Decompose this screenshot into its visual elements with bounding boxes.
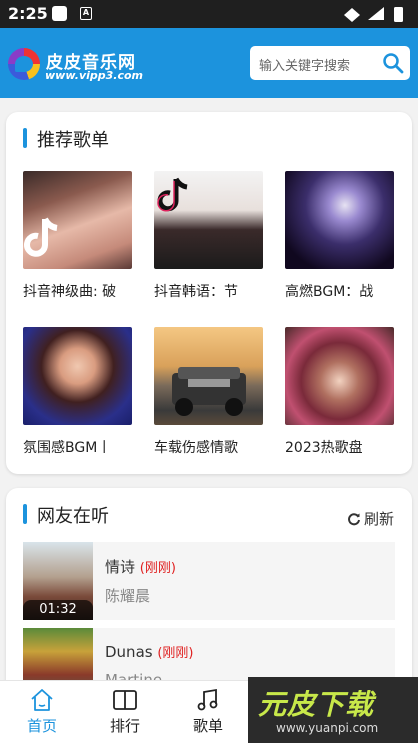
watermark-logo: 元皮下载 www.yuanpi.com: [248, 677, 418, 743]
nav-playlists[interactable]: 歌单: [178, 687, 238, 736]
song-artist[interactable]: 陈耀晨: [105, 585, 150, 606]
song-time-tag: (刚刚): [139, 561, 176, 576]
refresh-label[interactable]: 刷新: [364, 510, 394, 528]
song-title[interactable]: 情诗 (刚刚): [105, 556, 176, 577]
playlist-tile[interactable]: 2023热歌盘: [285, 327, 394, 457]
playlist-name[interactable]: 车载伤感情歌: [154, 437, 263, 457]
refresh-icon: [348, 513, 360, 526]
search-box[interactable]: 输入关键字搜索: [250, 46, 410, 80]
music-note-icon: [197, 688, 218, 711]
recommended-title: 推荐歌单: [37, 130, 109, 151]
status-bar: 2:25 A: [0, 0, 418, 28]
notification-square-icon: [52, 6, 67, 21]
playlist-name[interactable]: 抖音神级曲: 破: [23, 281, 132, 301]
playlist-cover[interactable]: [154, 171, 263, 269]
playlist-tile[interactable]: 氛围感BGM丨: [23, 327, 132, 457]
listening-title: 网友在听: [37, 506, 109, 527]
logo-subtitle: www.vipp3.com: [45, 69, 144, 82]
song-row[interactable]: 01:32 情诗 (刚刚) 陈耀晨: [23, 542, 395, 620]
nav-playlists-label[interactable]: 歌单: [178, 715, 238, 736]
song-thumbnail[interactable]: 01:32: [23, 542, 93, 620]
recommended-section: 推荐歌单 抖音神级曲: 破 抖音韩语：节 高燃BGM：战 氛围感BGM丨 车载伤…: [6, 112, 412, 474]
playlist-cover[interactable]: [154, 327, 263, 425]
playlist-name[interactable]: 2023热歌盘: [285, 437, 394, 457]
home-icon: [31, 689, 53, 711]
section-accent-bar: [23, 504, 27, 524]
section-accent-bar: [23, 128, 27, 148]
nav-home-label[interactable]: 首页: [12, 715, 72, 736]
nav-ranking-label[interactable]: 排行: [95, 715, 155, 736]
playlist-tile[interactable]: 抖音韩语：节: [154, 171, 263, 301]
watermark-url: www.yuanpi.com: [276, 721, 379, 735]
playlist-cover[interactable]: [23, 327, 132, 425]
logo-icon: [8, 48, 40, 80]
status-time: 2:25: [8, 4, 48, 23]
nav-ranking[interactable]: 排行: [95, 687, 155, 736]
playlist-name[interactable]: 抖音韩语：节: [154, 281, 263, 301]
app-header: 皮皮音乐网 www.vipp3.com 输入关键字搜索: [0, 28, 418, 98]
refresh-button[interactable]: 刷新: [347, 508, 394, 529]
book-icon: [113, 690, 137, 710]
song-time-tag: (刚刚): [157, 646, 194, 661]
playlist-cover[interactable]: [23, 171, 132, 269]
playlist-cover[interactable]: [285, 327, 394, 425]
song-duration: 01:32: [23, 600, 93, 620]
search-icon[interactable]: [382, 52, 404, 74]
playlist-name[interactable]: 氛围感BGM丨: [23, 437, 132, 457]
nav-home[interactable]: 首页: [12, 687, 72, 736]
watermark-text: 元皮下载: [258, 688, 375, 721]
notification-a-icon: A: [80, 7, 92, 20]
playlist-tile[interactable]: 高燃BGM：战: [285, 171, 394, 301]
playlist-name[interactable]: 高燃BGM：战: [285, 281, 394, 301]
playlist-cover[interactable]: [285, 171, 394, 269]
search-input[interactable]: 输入关键字搜索: [259, 55, 350, 74]
playlist-tile[interactable]: 抖音神级曲: 破: [23, 171, 132, 301]
song-title[interactable]: Dunas (刚刚): [105, 642, 194, 661]
playlist-tile[interactable]: 车载伤感情歌: [154, 327, 263, 457]
system-status-icons: [344, 7, 403, 22]
